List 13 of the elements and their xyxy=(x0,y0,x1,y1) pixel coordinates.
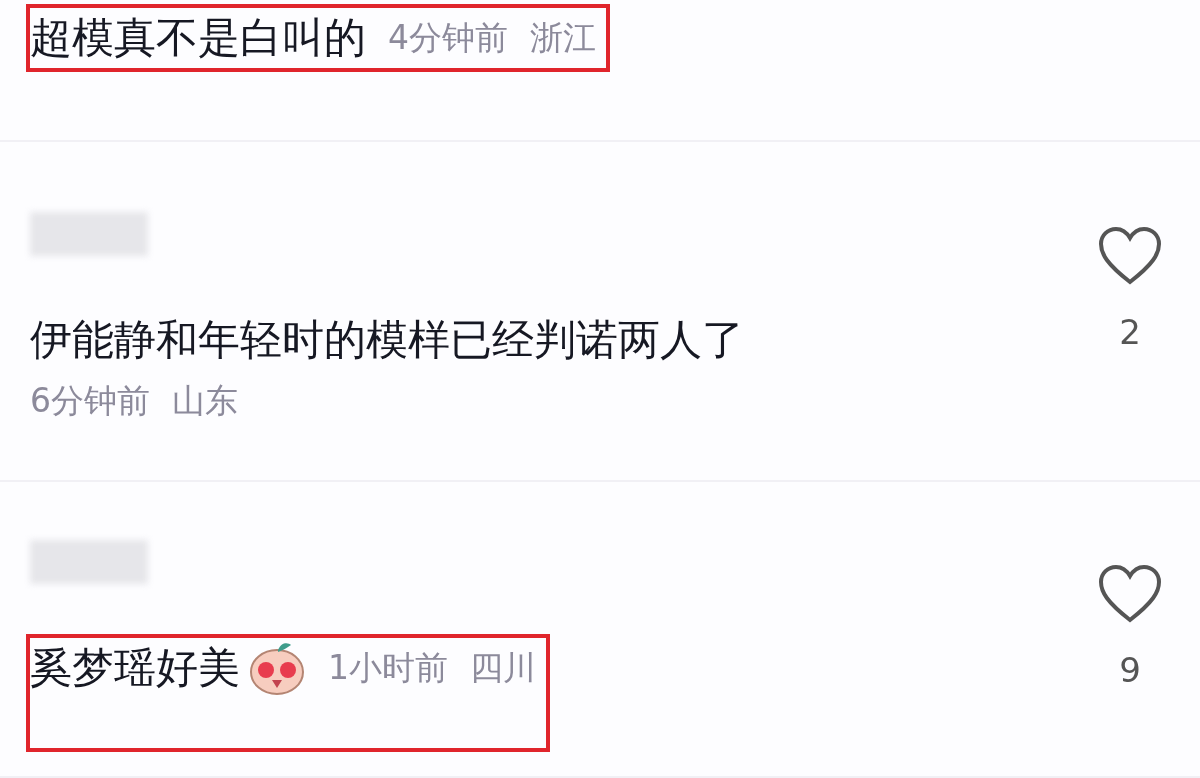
comment-time: 6分钟前 xyxy=(30,380,150,422)
comment-location: 山东 xyxy=(172,380,238,422)
comment-location: 浙江 xyxy=(530,17,596,59)
comment-text: 奚梦瑶好美 xyxy=(30,642,240,694)
heart-icon[interactable] xyxy=(1097,564,1163,624)
like-count: 9 xyxy=(1119,650,1141,690)
comment-time: 4分钟前 xyxy=(388,17,508,59)
comment-text: 超模真不是白叫的 xyxy=(30,12,366,64)
comment-location: 四川 xyxy=(470,647,536,689)
like-count: 2 xyxy=(1119,312,1141,352)
comment-time: 1小时前 xyxy=(328,647,448,689)
comment-text: 伊能静和年轻时的模样已经判诺两人了 xyxy=(30,314,744,366)
heart-icon[interactable] xyxy=(1097,226,1163,286)
